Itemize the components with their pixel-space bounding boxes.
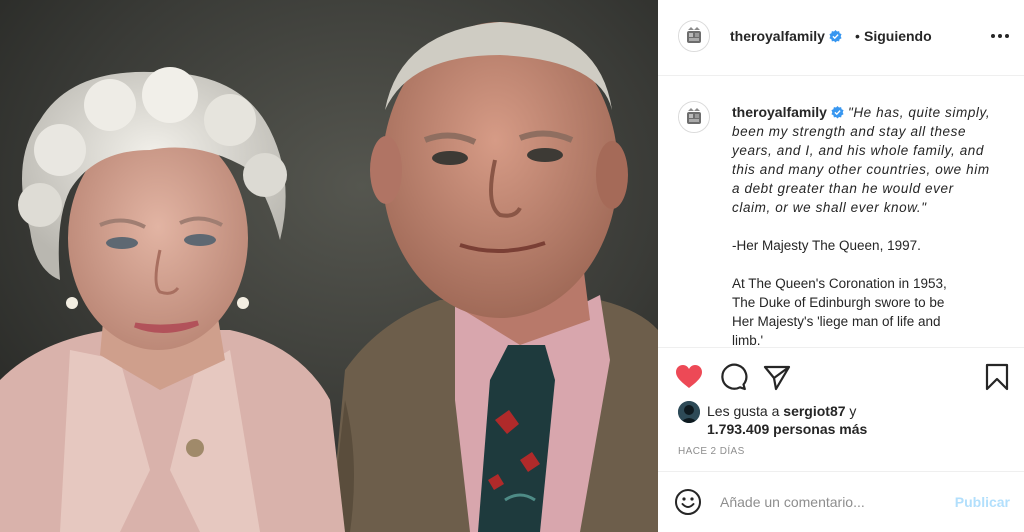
caption-attribution: -Her Majesty The Queen, 1997.: [732, 238, 921, 253]
likes-line-1: Les gusta a sergiot87 y: [707, 402, 856, 421]
post-side-panel: theroyalfamily • Siguiendo theroyalfamil…: [658, 0, 1024, 532]
caption-quote-line: claim, or we shall ever know.": [732, 200, 927, 215]
caption-quote-line: a debt greater than he would ever: [732, 181, 954, 196]
caption-area: theroyalfamily "He has, quite simply, bee…: [658, 77, 1024, 347]
avatar[interactable]: [678, 20, 710, 52]
caption-quote-line: been my strength and stay all these: [732, 124, 967, 139]
caption-avatar[interactable]: [678, 101, 710, 133]
royal-crest-icon: [679, 102, 709, 132]
caption-body-line: The Duke of Edinburgh swore to be: [732, 295, 945, 310]
bookmark-icon: [985, 363, 1009, 391]
caption-body-line: Her Majesty's 'liege man of life and: [732, 314, 941, 329]
post-image: [0, 0, 658, 532]
emoji-picker-button[interactable]: [674, 488, 702, 516]
more-options-icon[interactable]: [988, 24, 1012, 48]
header-username[interactable]: theroyalfamily: [730, 28, 842, 44]
publish-button[interactable]: Publicar: [955, 494, 1010, 510]
caption-quote-line: years, and I, and his whole family, and: [732, 143, 985, 158]
comment-button[interactable]: [718, 362, 748, 392]
paper-plane-icon: [763, 365, 791, 391]
like-button[interactable]: [674, 362, 704, 392]
liker-avatar[interactable]: [678, 401, 700, 423]
comment-input[interactable]: [720, 490, 930, 514]
caption-quote-line: this and many other countries, owe him: [732, 162, 990, 177]
caption-body-line: limb.': [732, 333, 764, 347]
save-button[interactable]: [982, 362, 1012, 392]
heart-filled-icon: [676, 365, 702, 388]
following-button[interactable]: Siguiendo: [864, 28, 932, 44]
comment-bar: Publicar: [658, 471, 1024, 532]
action-bar: [658, 347, 1024, 403]
user-avatar-icon: [678, 401, 700, 423]
verified-badge-icon: [829, 30, 842, 43]
header-username-label[interactable]: theroyalfamily: [730, 28, 825, 44]
smiley-icon: [675, 489, 701, 515]
royal-crest-icon: [679, 21, 709, 51]
liker-username[interactable]: sergiot87: [783, 403, 845, 419]
verified-badge-icon: [831, 106, 844, 119]
post-header: theroyalfamily • Siguiendo: [658, 0, 1024, 76]
post-timestamp[interactable]: HACE 2 DÍAS: [678, 446, 745, 457]
comment-bubble-icon: [721, 363, 748, 391]
likes-prefix: Les gusta a: [707, 403, 780, 419]
caption-quote-line: "He has, quite simply,: [847, 105, 991, 120]
likes-count[interactable]: 1.793.409 personas más: [707, 420, 867, 439]
caption-text: theroyalfamily "He has, quite simply, bee…: [732, 103, 1002, 347]
share-button[interactable]: [762, 362, 792, 392]
likes-conjunction: y: [849, 403, 857, 419]
header-separator: •: [855, 28, 860, 44]
caption-body-line: At The Queen's Coronation in 1953,: [732, 276, 947, 291]
likes-summary: Les gusta a sergiot87 y 1.793.409 person…: [678, 401, 1008, 441]
post-photo[interactable]: [0, 0, 658, 532]
caption-username[interactable]: theroyalfamily: [732, 104, 827, 120]
